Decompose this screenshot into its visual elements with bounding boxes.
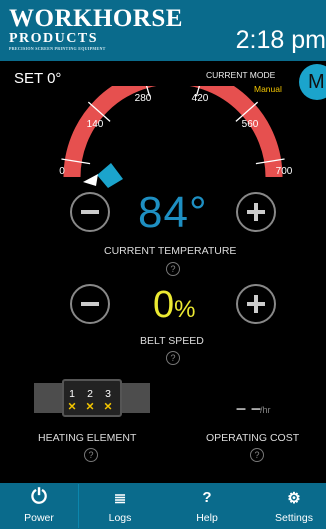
question-icon: ? (202, 489, 212, 506)
temperature-help-icon[interactable]: ? (166, 262, 180, 276)
temperature-gauge[interactable]: 0 140 280 420 560 700 (0, 86, 326, 196)
brand-line-2: PRODUCTS (9, 31, 99, 46)
nav-power-button[interactable]: ⏻ Power (0, 483, 78, 529)
belt-speed-value: 0% (153, 284, 195, 327)
logs-icon: ≣ (113, 490, 127, 507)
belt-speed-number: 0 (153, 284, 175, 326)
minus-icon (72, 286, 108, 322)
zone-number: 3 (105, 388, 111, 400)
zone-number: 2 (87, 388, 93, 400)
gears-icon: ⚙ (287, 490, 301, 507)
operating-cost-help-icon[interactable]: ? (250, 448, 264, 462)
zone-off-mark: ✕ (85, 400, 95, 413)
current-mode-title: CURRENT MODE (206, 70, 276, 80)
heating-element-help-icon[interactable]: ? (84, 448, 98, 462)
app-header: WORKHORSE PRODUCTS PRECISION SCREEN PRIN… (0, 0, 326, 61)
bottom-nav-bar: ⏻ Power ≣ Logs ? Help ⚙ Settings (0, 483, 326, 529)
gauge-tick-label: 0 (59, 166, 65, 177)
heating-element-label: HEATING ELEMENT (38, 432, 137, 444)
nav-logs-button[interactable]: ≣ Logs (84, 483, 156, 529)
gauge-pointer-head (97, 163, 123, 188)
heating-zone-2[interactable]: 2 ✕ (82, 389, 98, 412)
decrease-belt-speed-button[interactable] (70, 284, 110, 324)
operating-cost-label: OPERATING COST (206, 432, 300, 444)
minus-icon (72, 194, 108, 230)
nav-divider (78, 484, 79, 528)
nav-power-label: Power (24, 512, 54, 524)
app-screen: WORKHORSE PRODUCTS PRECISION SCREEN PRIN… (0, 0, 326, 529)
gauge-pointer-tip (83, 174, 98, 186)
gauge-tick-label: 700 (276, 166, 293, 177)
current-temperature-value: 84° (138, 188, 208, 237)
nav-help-label: Help (196, 512, 218, 524)
power-icon: ⏻ (31, 486, 47, 508)
gauge-tick-label: 420 (192, 93, 209, 104)
current-temperature-label: CURRENT TEMPERATURE (104, 245, 237, 257)
nav-logs-label: Logs (108, 512, 132, 524)
belt-speed-help-icon[interactable]: ? (166, 351, 180, 365)
nav-help-button[interactable]: ? Help (172, 483, 242, 529)
zone-number: 1 (69, 388, 75, 400)
gauge-pointer[interactable] (83, 163, 123, 188)
decrease-temperature-button[interactable] (70, 192, 110, 232)
zone-off-mark: ✕ (103, 400, 113, 413)
belt-speed-unit: % (174, 296, 196, 323)
heating-zone-3[interactable]: 3 ✕ (100, 389, 116, 412)
operating-cost-unit: /hr (260, 405, 271, 415)
operating-cost-value: – – (236, 398, 262, 418)
gauge-tick-label: 140 (87, 119, 104, 130)
brand-logo: WORKHORSE PRODUCTS PRECISION SCREEN PRIN… (9, 6, 183, 51)
zone-off-mark: ✕ (67, 400, 77, 413)
heating-zone-1[interactable]: 1 ✕ (64, 389, 80, 412)
gauge-arc (63, 86, 283, 178)
belt-speed-label: BELT SPEED (140, 335, 204, 347)
brand-tagline: PRECISION SCREEN PRINTING EQUIPMENT (9, 46, 106, 51)
nav-settings-label: Settings (275, 512, 313, 524)
plus-icon (238, 286, 274, 322)
gauge-tick-label: 560 (242, 119, 259, 130)
brand-line-1: WORKHORSE (9, 5, 183, 32)
increase-temperature-button[interactable] (236, 192, 276, 232)
setpoint-label[interactable]: SET 0° (14, 70, 61, 87)
nav-settings-button[interactable]: ⚙ Settings (262, 483, 326, 529)
plus-icon (238, 194, 274, 230)
clock: 2:18 pm (235, 26, 326, 54)
increase-belt-speed-button[interactable] (236, 284, 276, 324)
gauge-tick-label: 280 (135, 93, 152, 104)
